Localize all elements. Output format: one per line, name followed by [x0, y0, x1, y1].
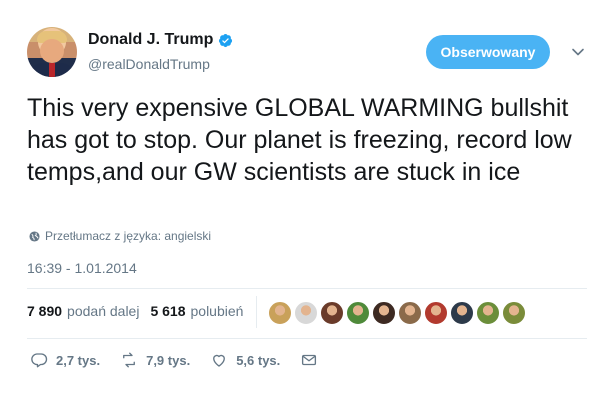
- avatar-tie: [49, 63, 55, 77]
- divider-top: [27, 288, 587, 289]
- liker-avatar[interactable]: [346, 301, 370, 325]
- envelope-icon: [302, 354, 317, 366]
- liker-avatar[interactable]: [476, 301, 500, 325]
- verified-badge-icon: [219, 33, 233, 47]
- translate-link[interactable]: Przetłumacz z języka: angielski: [29, 229, 211, 243]
- liker-avatar[interactable]: [450, 301, 474, 325]
- globe-icon: [29, 230, 40, 242]
- liker-avatar[interactable]: [424, 301, 448, 325]
- like-action[interactable]: 5,6 tys.: [210, 351, 280, 369]
- retweets-count[interactable]: 7 890: [27, 303, 62, 319]
- retweet-count: 7,9 tys.: [146, 352, 191, 368]
- author-display-name[interactable]: Donald J. Trump: [88, 31, 213, 49]
- tweet-timestamp[interactable]: 16:39 - 1.01.2014: [27, 260, 137, 276]
- reply-icon: [31, 353, 48, 368]
- stats-row: 7 890 podań dalej 5 618 polubień: [27, 303, 254, 319]
- liker-avatar[interactable]: [398, 301, 422, 325]
- tweet-card: Donald J. Trump @realDonaldTrump Obserwo…: [0, 0, 613, 402]
- retweets-label[interactable]: podań dalej: [67, 303, 139, 319]
- author-handle[interactable]: @realDonaldTrump: [88, 56, 210, 72]
- reply-count: 2,7 tys.: [56, 352, 101, 368]
- following-button[interactable]: Obserwowany: [426, 35, 550, 69]
- liker-avatar[interactable]: [294, 301, 318, 325]
- liker-avatar[interactable]: [268, 301, 292, 325]
- chevron-down-icon[interactable]: [571, 45, 585, 59]
- stats-separator: [256, 296, 257, 328]
- liker-avatar[interactable]: [320, 301, 344, 325]
- reply-action[interactable]: 2,7 tys.: [30, 351, 100, 369]
- translate-label: Przetłumacz z języka: angielski: [45, 229, 212, 243]
- tweet-text: This very expensive GLOBAL WARMING bulls…: [27, 94, 572, 186]
- liker-avatar[interactable]: [502, 301, 526, 325]
- likes-count[interactable]: 5 618: [150, 303, 185, 319]
- direct-message-action[interactable]: [300, 351, 318, 369]
- avatar[interactable]: [27, 27, 77, 77]
- avatar-face: [40, 39, 64, 63]
- retweet-action[interactable]: 7,9 tys.: [120, 351, 190, 369]
- heart-icon: [213, 354, 226, 367]
- retweet-icon: [123, 352, 136, 368]
- liker-avatar[interactable]: [372, 301, 396, 325]
- author-name-row: Donald J. Trump: [88, 31, 233, 49]
- divider-bottom: [27, 338, 587, 339]
- likers-avatars: [268, 301, 526, 325]
- like-count: 5,6 tys.: [236, 352, 281, 368]
- likes-label[interactable]: polubień: [191, 303, 244, 319]
- action-bar: 2,7 tys. 7,9 tys. 5,6 tys.: [30, 351, 338, 369]
